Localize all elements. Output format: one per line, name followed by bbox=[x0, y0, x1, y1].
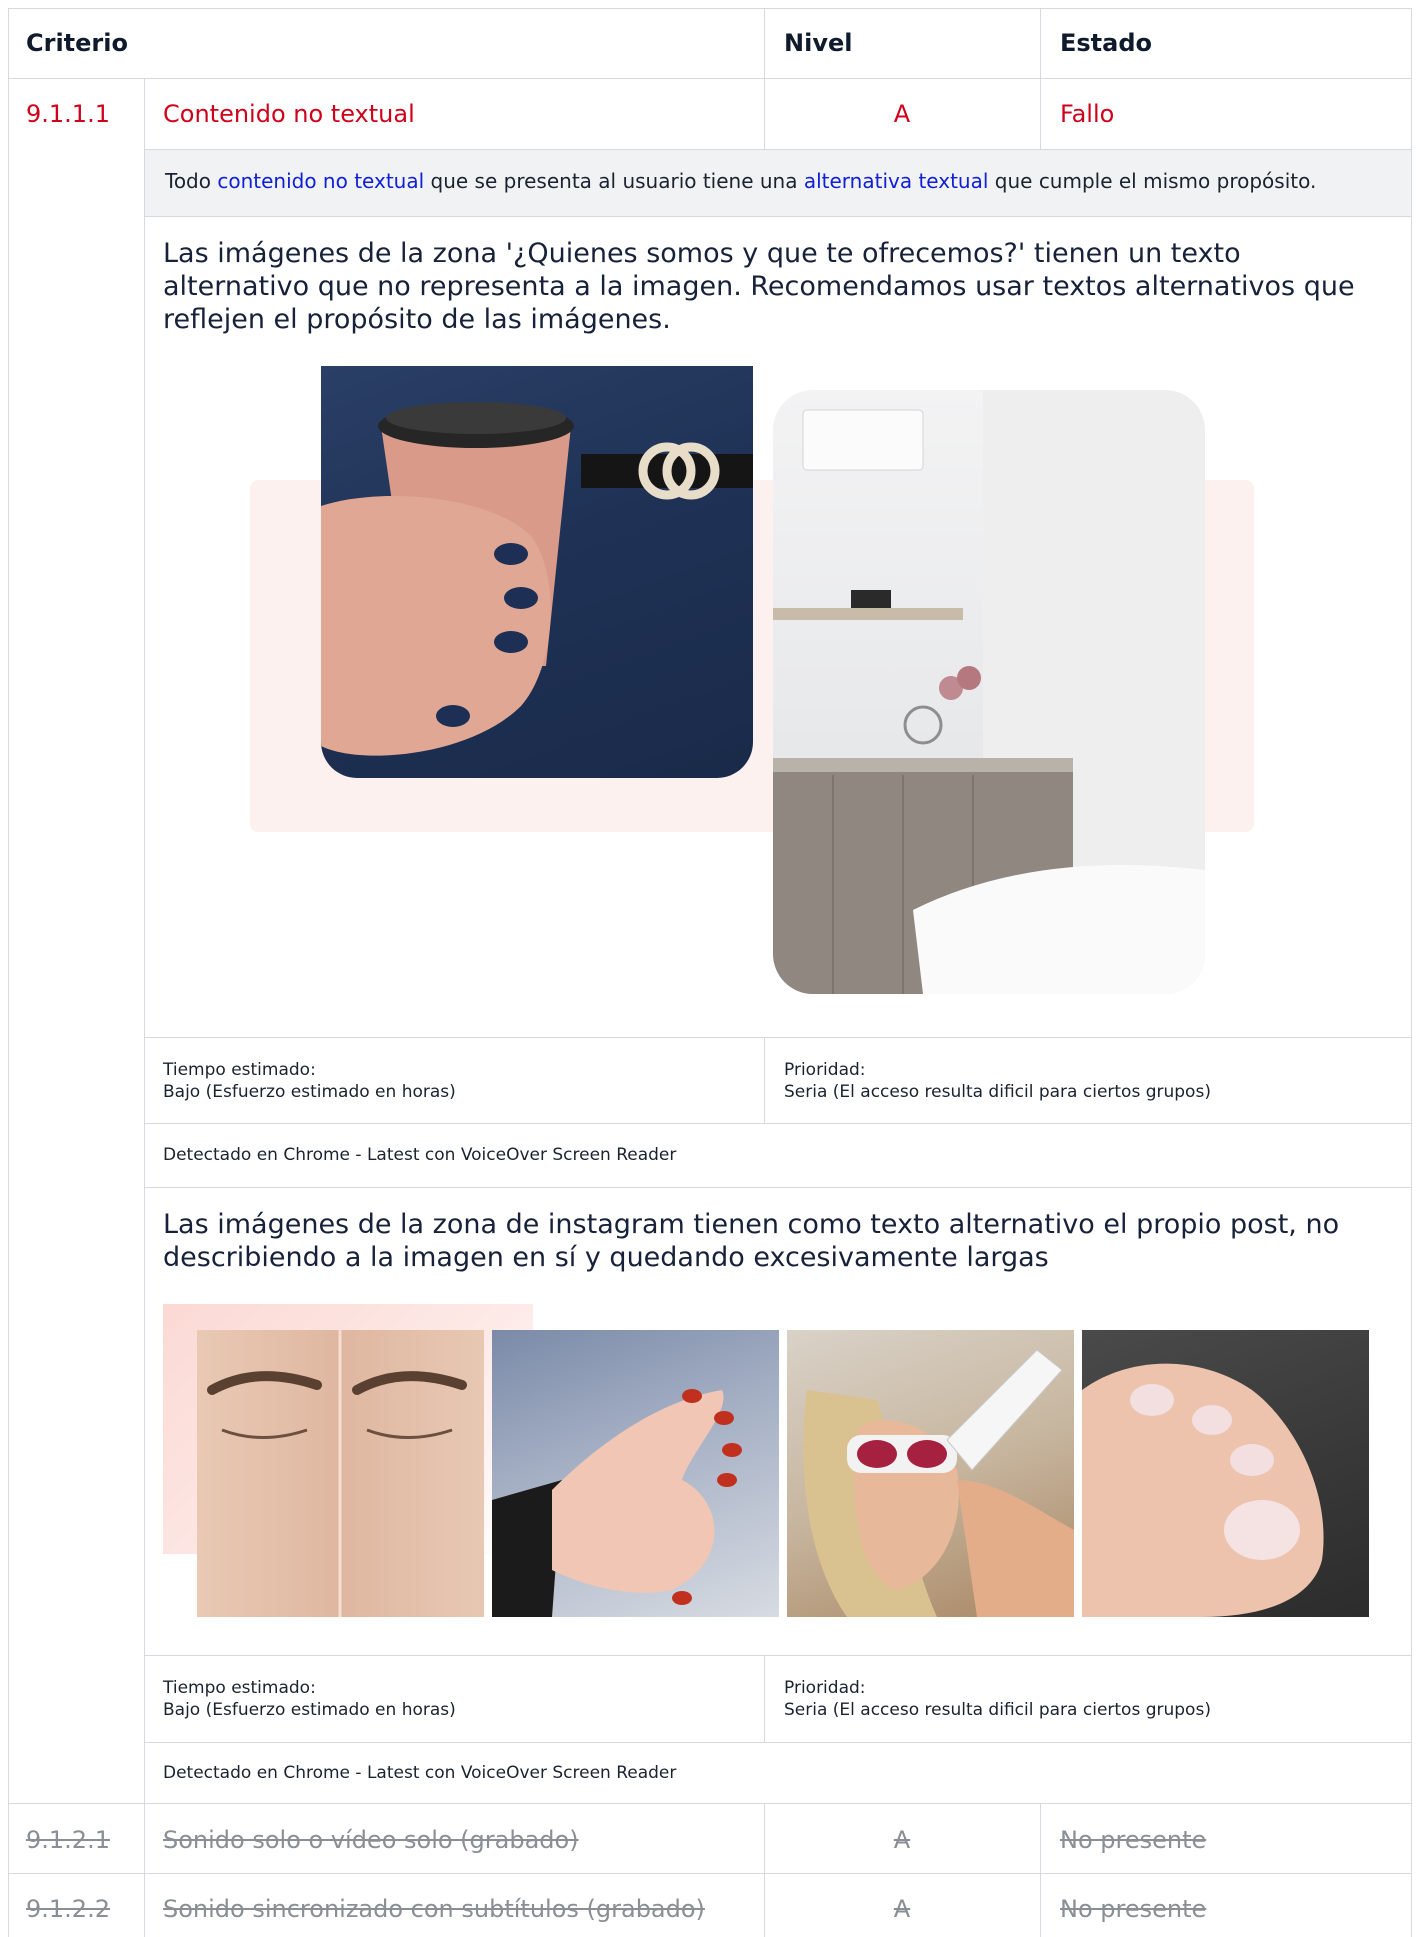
criterion-level: A bbox=[893, 100, 911, 128]
finding-priority-label: Prioridad: bbox=[784, 1060, 866, 1080]
criterion-level: A bbox=[893, 1895, 911, 1923]
criterion-status: No presente bbox=[1060, 1826, 1207, 1854]
photo-pedicure-drawing bbox=[1082, 1363, 1324, 1617]
photo-laser-treatment-drawing bbox=[803, 1349, 1074, 1617]
criterion-description: Todo contenido no textual que se present… bbox=[145, 150, 1411, 216]
criterion-status: No presente bbox=[1060, 1895, 1207, 1923]
header-nivel: Nivel bbox=[784, 29, 853, 57]
photo-eyebrows-drawing bbox=[207, 1330, 467, 1617]
criterion-code: 9.1.2.2 bbox=[26, 1895, 110, 1923]
header-estado: Estado bbox=[1060, 29, 1153, 57]
finding-priority-value: Seria (El acceso resulta dificil para ci… bbox=[784, 1082, 1211, 1102]
criterion-name: Sonido sincronizado con subtítulos (grab… bbox=[163, 1895, 705, 1923]
photo-pedicure bbox=[1082, 1330, 1369, 1617]
link-alternativa-textual[interactable]: alternativa textual bbox=[804, 169, 989, 193]
criterion-name: Sonido solo o vídeo solo (grabado) bbox=[163, 1826, 579, 1854]
criterion-level: A bbox=[893, 1826, 911, 1854]
finding-priority-value: Seria (El acceso resulta dificil para ci… bbox=[784, 1700, 1211, 1720]
photo-treatment-room-drawing bbox=[773, 390, 1205, 994]
finding-text: Las imágenes de la zona de instagram tie… bbox=[163, 1209, 1340, 1273]
link-contenido-no-textual[interactable]: contenido no textual bbox=[217, 169, 424, 193]
criterion-name: Contenido no textual bbox=[163, 100, 415, 128]
photo-eyebrows bbox=[197, 1330, 484, 1617]
finding-time-label: Tiempo estimado: bbox=[163, 1060, 316, 1080]
finding-text: Las imágenes de la zona '¿Quienes somos … bbox=[163, 238, 1355, 335]
finding-detected: Detectado en Chrome - Latest con VoiceOv… bbox=[163, 1145, 677, 1165]
photo-coffee-cup-drawing bbox=[321, 402, 753, 756]
finding-time-value: Bajo (Esfuerzo estimado en horas) bbox=[163, 1700, 456, 1720]
header-criterio: Criterio bbox=[26, 29, 128, 57]
criterion-code: 9.1.1.1 bbox=[26, 100, 110, 128]
finding-time-label: Tiempo estimado: bbox=[163, 1678, 316, 1698]
criterion-code: 9.1.2.1 bbox=[26, 1826, 110, 1854]
photo-coffee-cup bbox=[321, 366, 753, 778]
photo-hand-manicure-drawing bbox=[492, 1389, 742, 1617]
finding-detected: Detectado en Chrome - Latest con VoiceOv… bbox=[163, 1763, 677, 1783]
finding-time-value: Bajo (Esfuerzo estimado en horas) bbox=[163, 1082, 456, 1102]
photo-laser-treatment bbox=[787, 1330, 1074, 1617]
photo-treatment-room bbox=[773, 390, 1205, 994]
photo-hand-manicure bbox=[492, 1330, 779, 1617]
criterion-status: Fallo bbox=[1060, 100, 1115, 128]
finding-priority-label: Prioridad: bbox=[784, 1678, 866, 1698]
